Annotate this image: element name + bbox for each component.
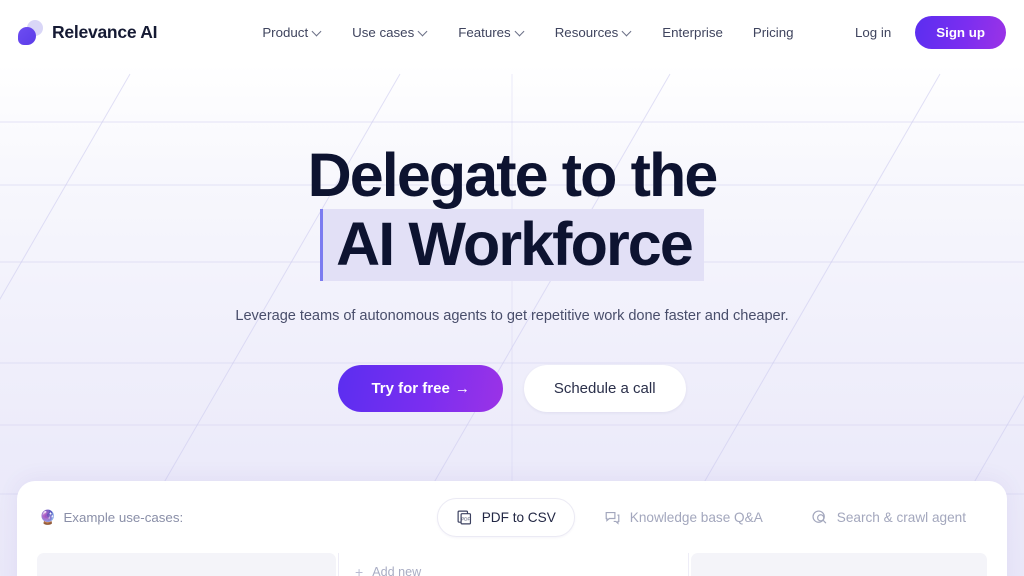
nav-label: Resources <box>554 24 619 40</box>
nav-label: Enterprise <box>662 24 723 40</box>
table-column-header-cell <box>37 553 336 576</box>
example-use-cases-label: Example use-cases: <box>63 509 184 525</box>
site-header: Relevance AI Product Use cases Features … <box>0 0 1024 64</box>
tab-search-crawl-agent[interactable]: Search & crawl agent <box>792 498 985 537</box>
page-title: Delegate to the AI Workforce <box>0 144 1024 281</box>
plus-icon: + <box>355 564 364 576</box>
demo-card-header: 🔮 Example use-cases: PDF PDF to CSV Know… <box>17 481 1007 553</box>
add-new-label: Add new <box>372 565 422 576</box>
pdf-document-icon: PDF <box>456 509 473 526</box>
hero-subtitle: Leverage teams of autonomous agents to g… <box>235 308 789 324</box>
nav-item-resources[interactable]: Resources <box>555 25 633 40</box>
search-globe-icon <box>811 509 828 526</box>
chevron-down-icon <box>313 27 322 36</box>
svg-text:PDF: PDF <box>461 516 470 521</box>
nav-item-product[interactable]: Product <box>262 25 322 40</box>
crystal-ball-icon: 🔮 <box>39 509 57 525</box>
schedule-a-call-button[interactable]: Schedule a call <box>523 365 686 412</box>
header-actions: Log in Sign up <box>855 15 1006 49</box>
try-for-free-button[interactable]: Try for free → <box>338 365 503 412</box>
headline-line-1: Delegate to the <box>307 141 719 209</box>
tab-label: PDF to CSV <box>481 509 556 525</box>
nav-item-pricing[interactable]: Pricing <box>753 25 794 40</box>
add-new-column-button[interactable]: + Add new <box>338 553 689 576</box>
brand-name: Relevance AI <box>52 21 158 42</box>
tab-label: Search & crawl agent <box>836 509 966 525</box>
tab-label: Knowledge base Q&A <box>629 509 763 525</box>
chevron-down-icon <box>419 27 428 36</box>
hero-cta-row: Try for free → Schedule a call <box>0 365 1024 412</box>
nav-item-use-cases[interactable]: Use cases <box>352 25 428 40</box>
nav-item-features[interactable]: Features <box>458 25 524 40</box>
nav-label: Pricing <box>752 24 794 40</box>
nav-label: Product <box>262 24 309 40</box>
arrow-right-icon: → <box>454 380 470 397</box>
demo-table-strip: + Add new <box>17 553 1007 576</box>
signup-button[interactable]: Sign up <box>915 15 1006 49</box>
login-link[interactable]: Log in <box>855 25 891 40</box>
tab-knowledge-base-qa[interactable]: Knowledge base Q&A <box>585 498 782 537</box>
use-case-tabs: PDF PDF to CSV Knowledge base Q&A Search… <box>436 497 985 537</box>
chat-bubbles-icon <box>604 509 621 526</box>
page-root: Relevance AI Product Use cases Features … <box>0 0 1024 576</box>
table-column-trailing-cell <box>691 553 987 576</box>
main-nav: Product Use cases Features Resources Ent… <box>262 25 793 40</box>
nav-label: Use cases <box>352 24 415 40</box>
try-for-free-label: Try for free <box>371 380 450 397</box>
chevron-down-icon <box>623 27 632 36</box>
relevance-logo-icon <box>18 19 43 45</box>
headline-line-2-highlighted: AI Workforce <box>320 209 704 281</box>
brand-logo-link[interactable]: Relevance AI <box>18 19 158 45</box>
tab-pdf-to-csv[interactable]: PDF PDF to CSV <box>436 497 575 537</box>
hero-section: Delegate to the AI Workforce Leverage te… <box>0 64 1024 412</box>
demo-card: 🔮 Example use-cases: PDF PDF to CSV Know… <box>17 481 1007 576</box>
nav-label: Features <box>458 24 511 40</box>
chevron-down-icon <box>516 27 525 36</box>
nav-item-enterprise[interactable]: Enterprise <box>662 25 723 40</box>
example-use-cases-label-group: 🔮 Example use-cases: <box>39 510 183 525</box>
